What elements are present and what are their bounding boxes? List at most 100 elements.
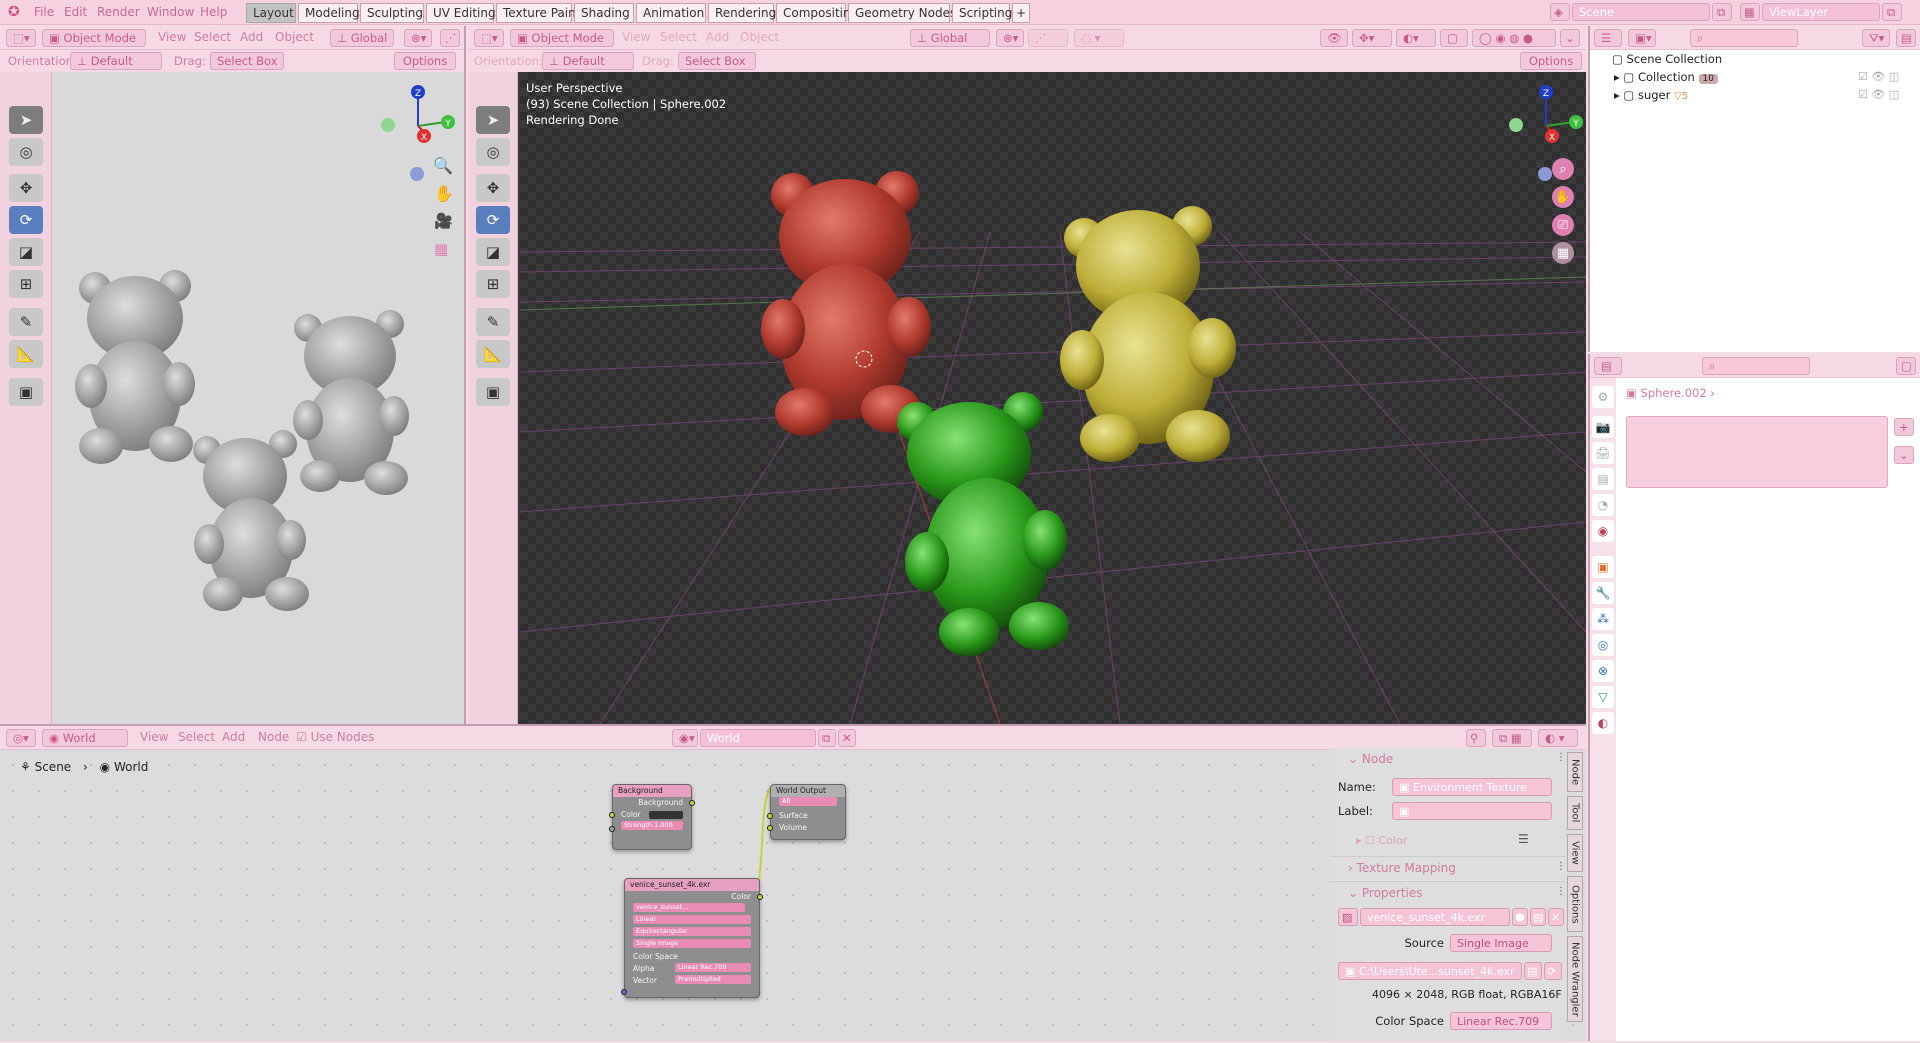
scale-tool-icon[interactable]: ◪ (9, 238, 43, 266)
color-space-dropdown[interactable]: Linear Rec.709 (1450, 1012, 1552, 1030)
menu-edit[interactable]: Edit (64, 0, 87, 25)
material-tab-icon[interactable]: ◐ (1592, 712, 1614, 734)
physics-tab-icon[interactable]: ◎ (1592, 634, 1614, 656)
drag-dropdown[interactable]: Select Box (210, 52, 284, 70)
environment-texture-node[interactable]: venice_sunset_4k.exr Color venice_sunset… (621, 878, 763, 998)
menu-object[interactable]: Object (275, 30, 314, 44)
interpolation-dropdown[interactable]: Linear (633, 915, 751, 924)
tab-geometry-nodes[interactable]: Geometry Nodes (848, 3, 956, 23)
mode-selector[interactable]: ▣ Object Mode (510, 29, 614, 47)
menu-object[interactable]: Object (740, 30, 779, 44)
sidebar-tab-options[interactable]: Options (1567, 876, 1583, 932)
constraints-tab-icon[interactable]: ⊗ (1592, 660, 1614, 682)
zoom-icon[interactable]: 🔍 (433, 156, 453, 175)
transform-tool-icon[interactable]: ⊞ (9, 270, 43, 298)
strength-field[interactable]: Strength 1.000 (621, 821, 683, 830)
select-tool-icon[interactable]: ➤ (9, 106, 43, 134)
drag-dropdown[interactable]: Select Box (678, 52, 756, 70)
background-node[interactable]: Background Background Color Strength 1.0… (609, 784, 695, 850)
tab-texture-paint[interactable]: Texture Paint (496, 3, 580, 23)
target-dropdown[interactable]: All (779, 797, 837, 806)
scene-icon[interactable]: ◈ (1550, 3, 1570, 21)
cursor-tool-icon[interactable]: ◎ (476, 138, 510, 166)
input-socket[interactable] (767, 813, 773, 819)
node-panel-header[interactable]: ⌄ Node (1330, 748, 1550, 770)
modifier-list[interactable] (1626, 416, 1888, 488)
measure-tool-icon[interactable]: 📐 (476, 340, 510, 368)
camera-icon[interactable]: ⎚ (1552, 214, 1574, 236)
grid-icon[interactable]: ▦ (1552, 242, 1574, 264)
editor-type-icon[interactable]: ⬚▾ (474, 29, 504, 47)
pin-icon[interactable]: ▢ (1896, 357, 1916, 375)
sidebar-tab-view[interactable]: View (1567, 834, 1583, 872)
tab-layout[interactable]: Layout (246, 3, 296, 23)
move-tool-icon[interactable]: ✥ (9, 174, 43, 202)
name-field[interactable]: ▣ Environment Texture (1392, 778, 1552, 796)
collection-visibility-icons[interactable]: ☑ 👁 ◫ (1858, 70, 1899, 83)
scene-field[interactable]: Scene (1572, 3, 1710, 21)
display-mode-icon[interactable]: ▣▾ (1628, 29, 1656, 47)
object-tab-icon[interactable]: ▣ (1592, 556, 1614, 578)
menu-help[interactable]: Help (200, 0, 227, 25)
tab-uv-editing[interactable]: UV Editing (426, 3, 496, 23)
mode-selector[interactable]: ▣ Object Mode (42, 29, 146, 47)
modifier-tab-icon[interactable]: 🔧 (1592, 582, 1614, 604)
node-color-row[interactable]: Color (613, 809, 691, 821)
copy-layer-icon[interactable]: ⧉ (1882, 3, 1902, 21)
scene-tab-icon[interactable]: ◔ (1592, 494, 1614, 516)
orientation-dropdown[interactable]: ⊥ Default (542, 52, 634, 70)
view-layer-icon[interactable]: ▦ (1740, 3, 1760, 21)
annotate-tool-icon[interactable]: ✎ (476, 308, 510, 336)
outliner-search-input[interactable]: ⌕ (1690, 29, 1798, 47)
image-icon[interactable]: ▨ (1338, 908, 1358, 926)
dropdown-icon[interactable]: ⌄ (1894, 446, 1914, 464)
world-tab-icon[interactable]: ◉ (1592, 520, 1614, 542)
projection-dropdown[interactable]: Equirectangular (633, 927, 751, 936)
properties-search-input[interactable]: ⌕ (1702, 357, 1810, 375)
tab-sculpting[interactable]: Sculpting (360, 3, 424, 23)
tab-compositing[interactable]: Compositing (776, 3, 858, 23)
main-viewport[interactable]: ⬚▾ ▣ Object Mode View Select Add Object … (468, 26, 1586, 724)
input-socket[interactable] (609, 812, 615, 818)
color-swatch[interactable] (649, 811, 683, 819)
annotate-tool-icon[interactable]: ✎ (9, 308, 43, 336)
menu-add[interactable]: Add (240, 30, 263, 44)
options-button[interactable]: Options (394, 52, 456, 70)
suger-row[interactable]: ▸ ▢ suger ▽5 (1614, 88, 1688, 102)
image-name-field[interactable]: venice_sunset_4k.exr (1360, 908, 1510, 926)
cursor-tool-icon[interactable]: ◎ (9, 138, 43, 166)
pan-hand-icon[interactable]: ✋ (1552, 186, 1574, 208)
texture-mapping-header[interactable]: › Texture Mapping (1330, 857, 1550, 879)
output-socket[interactable] (757, 894, 763, 900)
output-tab-icon[interactable]: 🖨 (1592, 442, 1614, 464)
input-socket[interactable] (767, 825, 773, 831)
menu-render[interactable]: Render (97, 0, 140, 25)
pivot-icon[interactable]: ⊗▾ (996, 29, 1024, 47)
menu-window[interactable]: Window (147, 0, 194, 25)
data-tab-icon[interactable]: ▽ (1592, 686, 1614, 708)
sidebar-tab-tool[interactable]: Tool (1567, 796, 1583, 830)
left-viewport[interactable]: ⬚▾ ▣ Object Mode View Select Add Object … (0, 26, 466, 724)
overlay-toggle-icon[interactable]: ◐▾ (1396, 29, 1436, 47)
menu-view[interactable]: View (622, 30, 650, 44)
tab-scripting[interactable]: Scripting (952, 3, 1012, 23)
input-socket[interactable] (609, 826, 615, 832)
options-button[interactable]: Options (1520, 52, 1582, 70)
particles-tab-icon[interactable]: ⁂ (1592, 608, 1614, 630)
list-icon[interactable]: ☰ (1518, 832, 1529, 846)
blender-logo-icon[interactable]: ✪ (8, 0, 20, 25)
tab-rendering[interactable]: Rendering (708, 3, 776, 23)
filter-icon[interactable]: ⛛▾ (1862, 29, 1890, 47)
menu-file[interactable]: File (34, 0, 54, 25)
move-tool-icon[interactable]: ✥ (476, 174, 510, 202)
proportional-icon[interactable]: ◌ ▾ (1074, 29, 1124, 47)
add-cube-tool-icon[interactable]: ▣ (476, 378, 510, 406)
image-selector[interactable]: venice_sunset... (633, 903, 745, 912)
zoom-icon[interactable]: ⌕ (1552, 158, 1574, 180)
vector-input-socket[interactable] (621, 989, 627, 995)
transform-orientation[interactable]: ⊥ Global (330, 29, 394, 47)
view-layer-tab-icon[interactable]: ▤ (1592, 468, 1614, 490)
menu-view[interactable]: View (158, 30, 186, 44)
properties-type-icon[interactable]: ▤ (1594, 357, 1622, 375)
orientation-dropdown[interactable]: ⊥ Default (70, 52, 162, 70)
